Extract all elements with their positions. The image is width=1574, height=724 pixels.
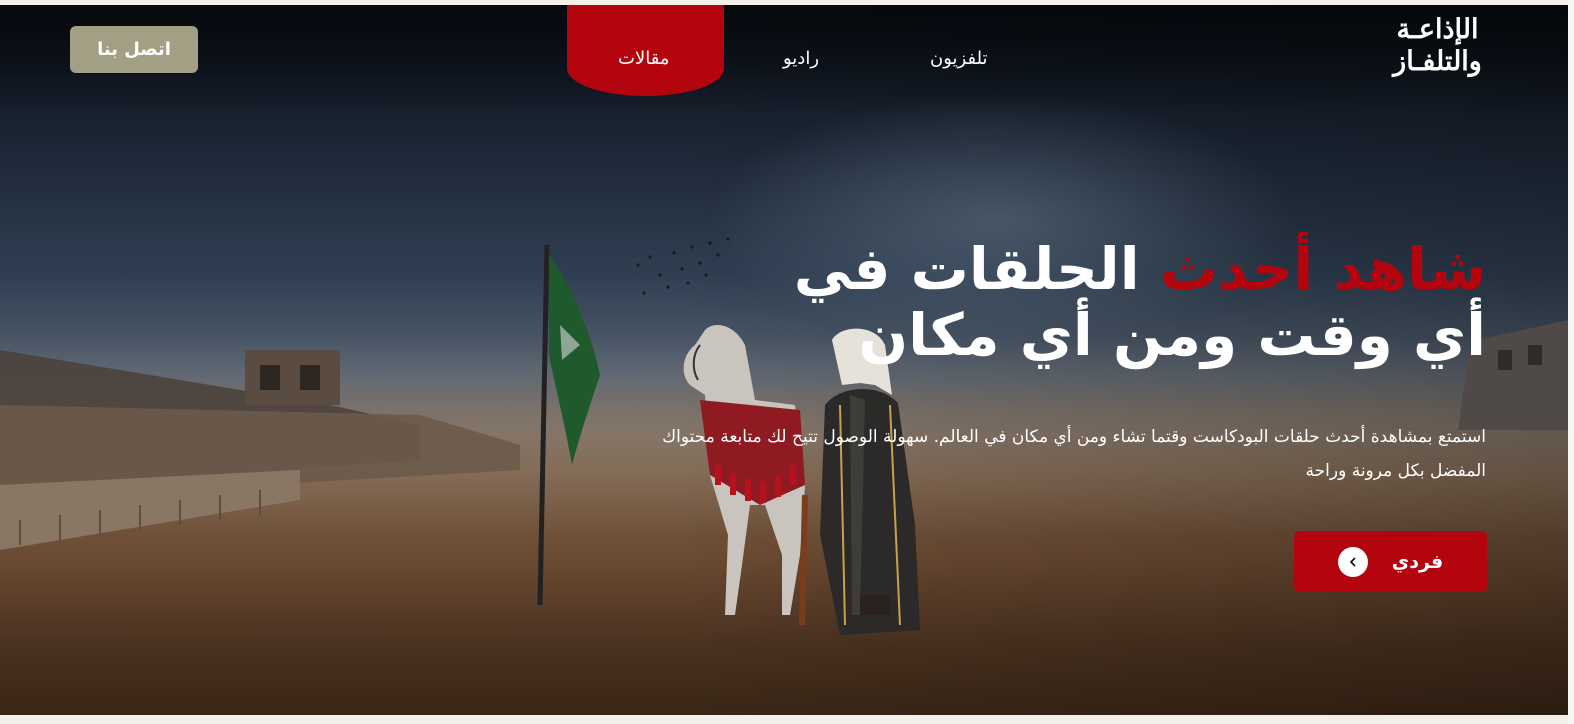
page-bottom-strip xyxy=(0,715,1574,724)
headline-accent: شاهد أحدث xyxy=(1159,235,1486,303)
chevron-left-icon xyxy=(1337,546,1368,577)
page-right-edge xyxy=(1568,0,1574,724)
ruins-left-illustration xyxy=(0,350,520,550)
hero-headline: شاهد أحدث الحلقات في أي وقت ومن أي مكان xyxy=(726,236,1486,368)
nav-tv[interactable]: تلفزيون xyxy=(930,48,988,69)
cta-label: فردي xyxy=(1391,550,1444,573)
nav-articles[interactable]: مقالات xyxy=(618,48,669,69)
nav-radio[interactable]: راديو xyxy=(783,48,819,69)
site-logo[interactable]: الإذاعـة والتلفـاز xyxy=(1380,14,1495,86)
contact-button[interactable]: اتصل بنا xyxy=(70,26,198,73)
logo-line-1: الإذاعـة xyxy=(1396,14,1480,45)
hero-description: استمتع بمشاهدة أحدث حلقات البودكاست وقتم… xyxy=(662,427,1486,481)
logo-line-2: والتلفـاز xyxy=(1393,46,1483,77)
cta-button[interactable]: فردي xyxy=(1294,531,1487,592)
